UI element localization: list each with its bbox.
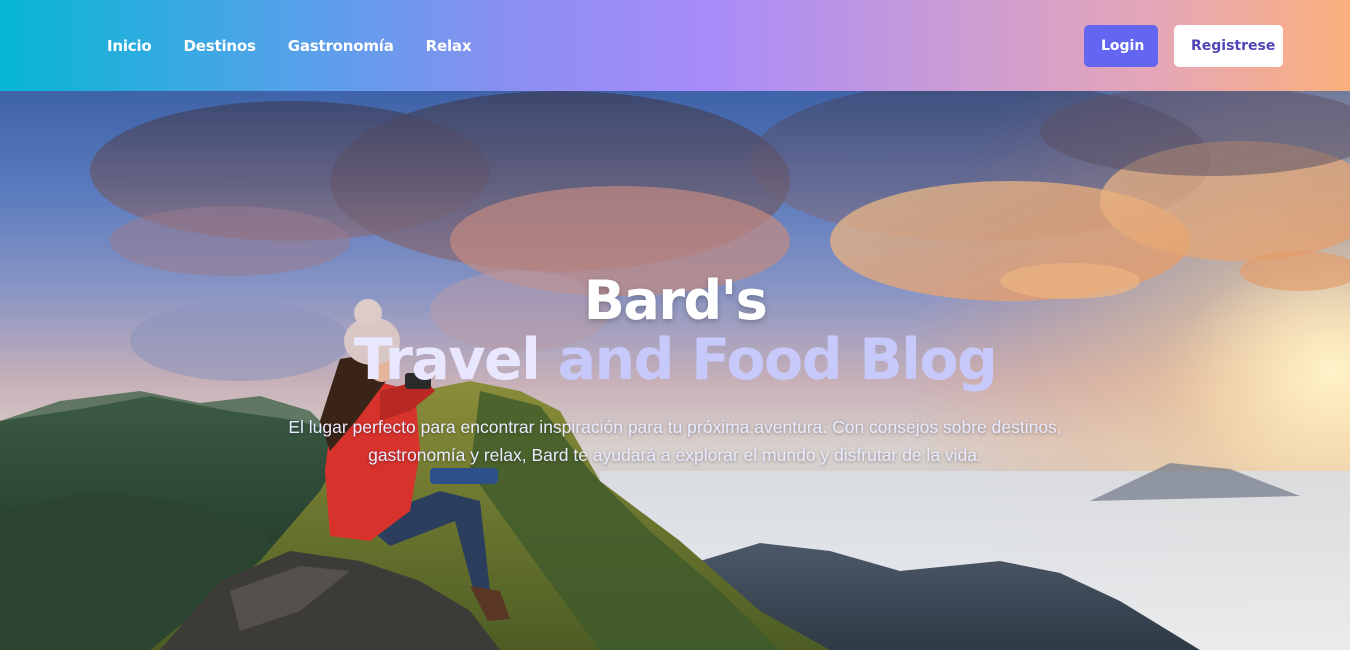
hero-subtitle-part2: and Food Blog — [557, 327, 998, 393]
hero-content: Bard's Travel and Food Blog El lugar per… — [0, 91, 1350, 650]
hero-section: Bard's Travel and Food Blog El lugar per… — [0, 91, 1350, 650]
navbar: Inicio Destinos Gastronomía Relax Login … — [0, 0, 1350, 91]
login-button[interactable]: Login — [1084, 25, 1158, 67]
auth-buttons: Login Registrese — [1084, 25, 1283, 67]
nav-link-destinos[interactable]: Destinos — [184, 37, 256, 55]
hero-title: Bard's — [583, 269, 768, 332]
nav-link-gastronomia[interactable]: Gastronomía — [288, 37, 394, 55]
main-nav: Inicio Destinos Gastronomía Relax — [107, 0, 503, 91]
nav-link-relax[interactable]: Relax — [426, 37, 472, 55]
register-button[interactable]: Registrese — [1174, 25, 1283, 67]
nav-link-inicio[interactable]: Inicio — [107, 37, 152, 55]
hero-subtitle: Travel and Food Blog — [0, 327, 1350, 393]
hero-subtitle-part1: Travel — [353, 327, 558, 393]
hero-description: El lugar perfecto para encontrar inspira… — [288, 417, 1062, 465]
